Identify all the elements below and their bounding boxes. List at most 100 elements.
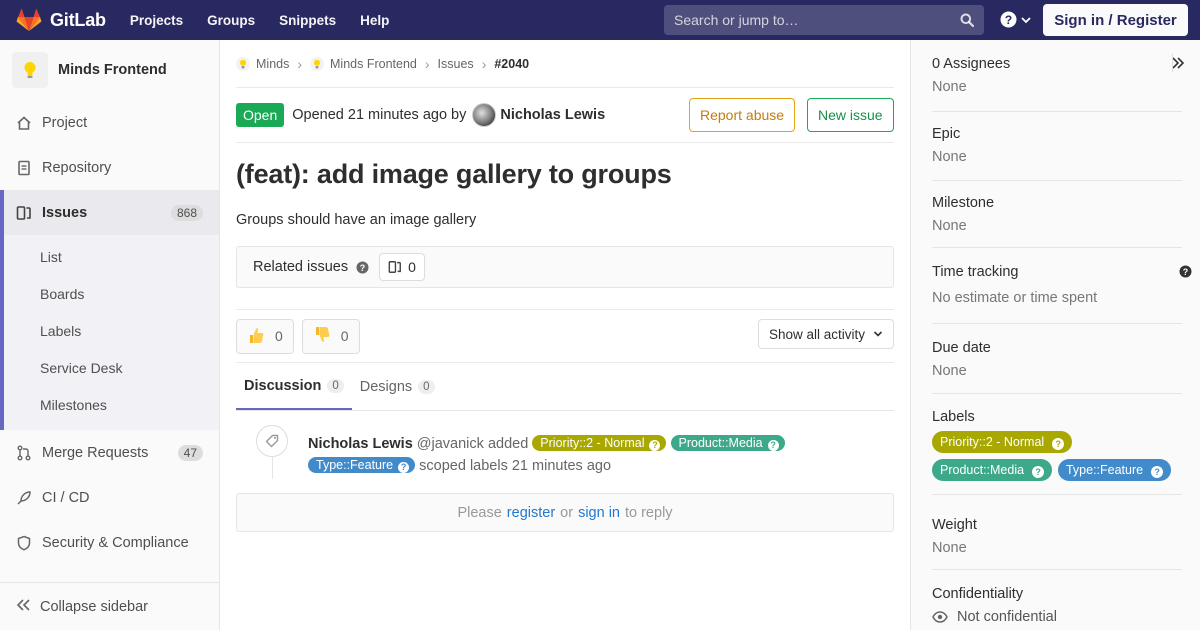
author-avatar[interactable] xyxy=(472,103,497,127)
submenu-item-boards[interactable]: Boards xyxy=(4,276,219,313)
label-tag-icon xyxy=(256,425,288,457)
sign-in-register-button[interactable]: Sign in / Register xyxy=(1043,4,1188,36)
collapse-sidebar-button[interactable]: Collapse sidebar xyxy=(0,582,219,630)
gitlab-logo-icon xyxy=(16,8,42,31)
epic-title: Epic xyxy=(932,126,961,142)
due-date-value: None xyxy=(932,363,967,379)
collapse-sidebar-label: Collapse sidebar xyxy=(40,598,149,615)
milestone-block: Milestone None xyxy=(932,195,1182,248)
sidebar-label-type-feature[interactable]: Type::Feature? xyxy=(1057,459,1172,481)
breadcrumb-current-issue[interactable]: #2040 xyxy=(494,57,529,71)
issues-icon xyxy=(16,205,32,221)
question-circle-icon: ? xyxy=(1000,11,1017,28)
tab-count-badge: 0 xyxy=(327,378,344,393)
issues-icon xyxy=(388,261,402,273)
merge-requests-count-badge: 47 xyxy=(177,444,203,461)
help-dropdown[interactable]: ? xyxy=(1000,11,1032,28)
related-issues-block: Related issues ? 0 xyxy=(236,246,894,288)
related-issues-count: 0 xyxy=(379,253,425,281)
issue-right-sidebar: 0 Assignees None Epic None Milestone Non… xyxy=(910,40,1200,630)
author-name-link[interactable]: Nicholas Lewis xyxy=(500,107,605,123)
confidentiality-title: Confidentiality xyxy=(932,586,1024,602)
report-abuse-button[interactable]: Report abuse xyxy=(689,98,796,132)
tab-label: Discussion xyxy=(244,377,322,394)
submenu-item-labels[interactable]: Labels xyxy=(4,313,219,350)
svg-text:?: ? xyxy=(1183,267,1189,277)
time-tracking-value: No estimate or time spent xyxy=(932,290,1098,306)
submenu-item-list[interactable]: List xyxy=(4,239,219,276)
sidebar-item-label: Repository xyxy=(42,159,112,176)
breadcrumb-item-minds[interactable]: Minds xyxy=(236,56,289,71)
issue-header: Open Opened 21 minutes ago by Nicholas L… xyxy=(236,88,894,143)
issue-main: Minds › Minds Frontend › Issues › #2040 … xyxy=(236,40,894,532)
chevron-down-icon xyxy=(1021,16,1031,23)
opened-meta: Opened 21 minutes ago by xyxy=(292,107,467,123)
top-navbar: GitLab Projects Groups Snippets Help ? S… xyxy=(0,0,1200,40)
submenu-item-milestones[interactable]: Milestones xyxy=(4,387,219,424)
sidebar-label-priority-normal[interactable]: Priority::2 - Normal? xyxy=(932,431,1073,453)
label-product-media[interactable]: Product::Media? xyxy=(670,435,785,451)
label-type-feature[interactable]: Type::Feature? xyxy=(308,457,416,473)
note-action: added xyxy=(487,436,529,452)
sidebar-label-product-media[interactable]: Product::Media? xyxy=(932,459,1053,481)
question-circle-icon[interactable]: ? xyxy=(1179,265,1192,278)
weight-value: None xyxy=(932,540,967,556)
question-circle-icon[interactable]: ? xyxy=(356,261,369,274)
label-text: Priority::2 - Normal xyxy=(940,435,1045,449)
breadcrumb-separator-icon: › xyxy=(481,55,487,72)
note-suffix: scoped labels 21 minutes ago xyxy=(419,458,612,474)
note-author-handle[interactable]: @javanick xyxy=(417,436,484,452)
note-author-link[interactable]: Nicholas Lewis xyxy=(308,436,413,452)
sidebar-item-security[interactable]: Security & Compliance xyxy=(0,520,219,565)
submenu-item-service-desk[interactable]: Service Desk xyxy=(4,350,219,387)
activity-filter-dropdown[interactable]: Show all activity xyxy=(757,319,894,349)
sidebar-item-issues[interactable]: Issues 868 xyxy=(0,190,219,235)
register-link[interactable]: register xyxy=(507,505,555,521)
tab-label: Designs xyxy=(359,378,413,395)
nav-help[interactable]: Help xyxy=(360,13,389,28)
thumbs-up-button[interactable]: 0 xyxy=(236,318,294,354)
sidebar-item-label: Security & Compliance xyxy=(42,534,189,551)
system-note: Nicholas Lewis @javanick added Priority:… xyxy=(236,411,894,493)
thumbs-down-button[interactable]: 0 xyxy=(301,318,360,354)
tab-count-badge: 0 xyxy=(418,379,435,394)
due-date-title: Due date xyxy=(932,340,991,356)
label-text: Type::Feature xyxy=(1065,463,1144,477)
weight-title: Weight xyxy=(932,517,977,533)
sidebar-item-merge-requests[interactable]: Merge Requests 47 xyxy=(0,430,219,475)
sidebar-item-ci-cd[interactable]: CI / CD xyxy=(0,475,219,520)
sidebar-item-label: Project xyxy=(42,114,88,131)
question-circle-icon: ? xyxy=(649,439,661,451)
tab-designs[interactable]: Designs 0 xyxy=(352,363,443,410)
issues-submenu: List Boards Labels Service Desk Mileston… xyxy=(0,235,219,430)
sign-in-link[interactable]: sign in xyxy=(578,505,620,521)
home-icon xyxy=(16,115,32,131)
nav-projects[interactable]: Projects xyxy=(130,13,183,28)
issue-title: (feat): add image gallery to groups xyxy=(236,159,672,189)
nav-groups[interactable]: Groups xyxy=(207,13,255,28)
label-text: Product::Media xyxy=(940,463,1025,477)
breadcrumb-item-minds-frontend[interactable]: Minds Frontend xyxy=(310,56,417,71)
double-chevron-left-icon xyxy=(16,598,30,615)
label-priority-normal[interactable]: Priority::2 - Normal? xyxy=(532,435,667,451)
breadcrumb-item-issues[interactable]: Issues xyxy=(438,57,474,71)
shield-icon xyxy=(16,535,32,551)
search-box xyxy=(664,5,984,35)
project-header[interactable]: Minds Frontend xyxy=(0,40,219,100)
nav-snippets[interactable]: Snippets xyxy=(279,13,336,28)
tab-discussion[interactable]: Discussion 0 xyxy=(236,363,352,410)
labels-title: Labels xyxy=(932,409,975,425)
search-input[interactable] xyxy=(664,12,944,28)
new-issue-button[interactable]: New issue xyxy=(807,98,894,132)
sidebar-item-project[interactable]: Project xyxy=(0,100,219,145)
merge-request-icon xyxy=(16,445,32,461)
sidebar-item-repository[interactable]: Repository xyxy=(0,145,219,190)
label-text: Product::Media xyxy=(678,436,763,450)
epic-value: None xyxy=(932,149,967,165)
reply-text: Please xyxy=(457,504,502,521)
milestone-title: Milestone xyxy=(932,195,995,211)
related-count-value: 0 xyxy=(408,259,416,275)
gitlab-home-link[interactable]: GitLab xyxy=(16,0,106,40)
time-tracking-title: Time tracking xyxy=(932,264,1019,280)
related-issues-label: Related issues xyxy=(253,259,349,275)
